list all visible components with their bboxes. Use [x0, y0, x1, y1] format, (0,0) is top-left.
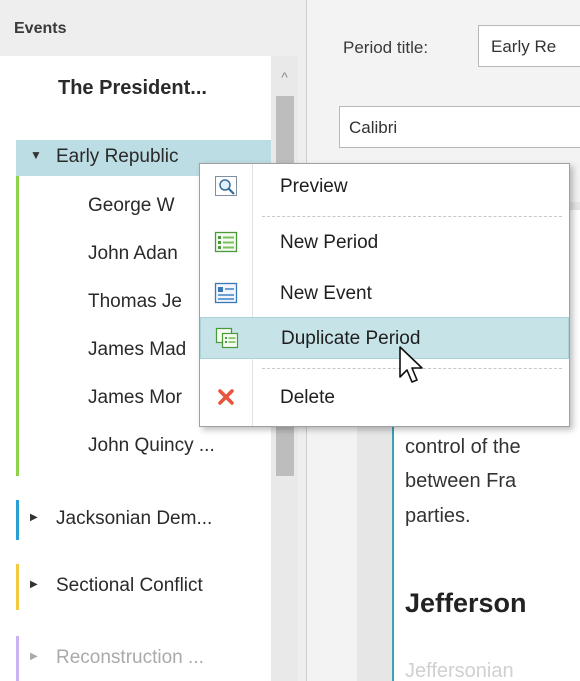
- period-label: Early Republic: [56, 146, 179, 167]
- period-title-input[interactable]: Early Re: [478, 25, 580, 67]
- menu-item-label: New Event: [280, 283, 372, 304]
- menu-item-preview[interactable]: Preview: [200, 166, 569, 208]
- period-color-bar: [16, 564, 19, 610]
- new-event-icon: [214, 282, 238, 304]
- menu-item-new-event[interactable]: New Event: [200, 273, 569, 315]
- period-sectional-conflict[interactable]: ▶ Sectional Conflict: [16, 564, 271, 610]
- delete-icon: [218, 389, 234, 405]
- events-header-label: Events: [14, 20, 67, 37]
- duplicate-period-icon: [215, 327, 239, 349]
- event-item[interactable]: George W: [88, 195, 175, 217]
- document-text-line: between Fra: [405, 470, 517, 492]
- period-color-bar: [16, 636, 19, 681]
- collapse-arrow-icon[interactable]: ▶: [30, 651, 38, 662]
- mouse-cursor-icon: [399, 346, 423, 383]
- event-item[interactable]: James Mad: [88, 339, 186, 361]
- preview-icon: [215, 176, 237, 196]
- period-label: Jacksonian Dem...: [56, 508, 213, 529]
- document-text-line: Jeffersonian: [405, 660, 514, 681]
- period-title-label: Period title:: [343, 38, 429, 57]
- period-color-bar-early-republic: [16, 140, 19, 476]
- event-item[interactable]: John Adan: [88, 243, 178, 265]
- period-color-bar: [16, 500, 19, 540]
- collapse-arrow-icon[interactable]: ▶: [30, 579, 38, 590]
- period-label: Sectional Conflict: [56, 575, 203, 596]
- new-period-icon: [214, 231, 238, 253]
- collapse-arrow-icon[interactable]: ▶: [30, 512, 38, 523]
- context-menu: Preview New Period New Event Duplicate P…: [199, 163, 570, 427]
- period-jacksonian-democracy[interactable]: ▶ Jacksonian Dem...: [16, 500, 271, 540]
- menu-separator: [262, 216, 562, 217]
- event-item[interactable]: James Mor: [88, 387, 182, 409]
- scroll-up-icon[interactable]: ^: [271, 66, 298, 88]
- menu-item-new-period[interactable]: New Period: [200, 222, 569, 264]
- menu-item-label: Preview: [280, 176, 348, 197]
- event-item[interactable]: John Quincy ...: [88, 435, 215, 457]
- period-label: Reconstruction ...: [56, 647, 204, 668]
- events-header: Events: [0, 0, 306, 56]
- document-text-line: parties.: [405, 505, 471, 527]
- menu-item-duplicate-period[interactable]: Duplicate Period: [200, 317, 569, 359]
- period-reconstruction[interactable]: ▶ Reconstruction ...: [16, 636, 271, 681]
- menu-item-label: New Period: [280, 232, 379, 253]
- document-text-line: control of the: [405, 436, 521, 458]
- timeline-title[interactable]: The President...: [58, 77, 207, 100]
- menu-item-label: Delete: [280, 387, 335, 408]
- menu-item-delete[interactable]: Delete: [200, 377, 569, 419]
- font-selector[interactable]: Calibri: [339, 106, 580, 148]
- event-item[interactable]: Thomas Je: [88, 291, 182, 313]
- document-heading: Jefferson: [405, 588, 527, 618]
- expand-arrow-icon[interactable]: ▼: [30, 148, 42, 162]
